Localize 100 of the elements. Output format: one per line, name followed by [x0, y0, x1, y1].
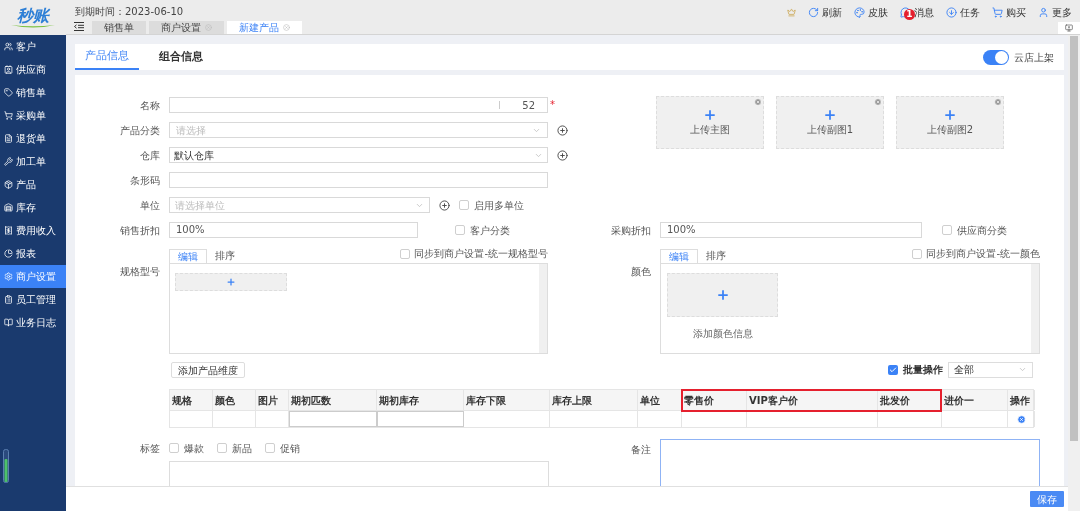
- page-tab[interactable]: 商户设置: [149, 21, 224, 34]
- column-header: 颜色: [213, 390, 256, 410]
- discount-field[interactable]: 100%: [660, 222, 922, 238]
- menu-icon[interactable]: [74, 22, 84, 31]
- sync-label: 同步到商户设置-统一颜色: [926, 247, 1040, 261]
- sync-checkbox[interactable]: [400, 248, 411, 259]
- option-checkbox[interactable]: [455, 225, 465, 235]
- name-field[interactable]: 52: [169, 97, 548, 113]
- sidebar-item[interactable]: 加工单: [0, 150, 66, 173]
- add-dimension-button[interactable]: 添加产品维度: [171, 361, 245, 378]
- tag-checkbox[interactable]: [217, 443, 227, 453]
- user-icon: [1038, 6, 1049, 18]
- book-icon: [4, 318, 13, 327]
- multi-unit-checkbox[interactable]: [459, 200, 469, 210]
- character-counter: 52: [522, 98, 535, 113]
- column-header: 期初匹数: [289, 390, 377, 410]
- cart-icon: [992, 6, 1003, 18]
- sync-label: 同步到商户设置-统一规格型号: [414, 247, 548, 261]
- receipt-icon: [4, 226, 13, 235]
- close-icon[interactable]: [205, 24, 212, 31]
- tag-checkbox[interactable]: [169, 443, 179, 453]
- field-label: 规格型号: [120, 265, 160, 279]
- section-tab[interactable]: 组合信息: [149, 44, 213, 70]
- checkbox-label: 促销: [280, 441, 300, 456]
- checkbox-label: 新品: [232, 441, 252, 456]
- upload-tile[interactable]: 上传副图2: [896, 96, 1004, 149]
- sidebar-item[interactable]: 产品: [0, 173, 66, 196]
- column-header: 图片: [256, 390, 289, 410]
- clipboard-icon: [4, 295, 13, 304]
- plus-icon: [823, 108, 837, 122]
- barcode-field[interactable]: [169, 172, 548, 188]
- sidebar-item[interactable]: 报表: [0, 242, 66, 265]
- toolbar-button[interactable]: 刷新: [808, 4, 842, 20]
- page-tab[interactable]: 新建产品: [227, 21, 302, 34]
- panel-tab[interactable]: 排序: [207, 249, 243, 263]
- sidebar-item[interactable]: 采购单: [0, 104, 66, 127]
- sidebar-item[interactable]: 客户: [0, 35, 66, 58]
- add-icon[interactable]: [557, 124, 568, 136]
- toolbar-button[interactable]: 任务: [946, 4, 980, 20]
- page-tab[interactable]: 销售单: [92, 21, 146, 34]
- checkbox-label: 启用多单位: [474, 198, 524, 213]
- add-icon[interactable]: [557, 149, 568, 161]
- add-spec-tile[interactable]: [175, 273, 287, 291]
- toolbar-button[interactable]: 购买: [992, 4, 1026, 20]
- scrollbar[interactable]: [1068, 35, 1080, 511]
- screen-button[interactable]: [1058, 22, 1080, 34]
- document-icon: [4, 134, 13, 143]
- panel-tab[interactable]: 编辑: [169, 249, 207, 263]
- upload-label: 上传主图: [690, 123, 730, 137]
- tag-icon: [4, 88, 13, 97]
- sidebar-item[interactable]: 费用收入: [0, 219, 66, 242]
- option-checkbox[interactable]: [942, 225, 952, 235]
- people-icon: [4, 42, 13, 51]
- monitor-icon: [1065, 24, 1073, 32]
- cart-icon: [4, 111, 13, 120]
- discount-field[interactable]: 100%: [169, 222, 418, 238]
- upload-tile[interactable]: 上传主图: [656, 96, 764, 149]
- sidebar-item[interactable]: 退货单: [0, 127, 66, 150]
- warehouse-icon: [4, 203, 13, 212]
- batch-checkbox[interactable]: [888, 364, 898, 375]
- sidebar-item[interactable]: 商户设置: [0, 265, 66, 288]
- add-icon[interactable]: [439, 199, 450, 211]
- add-color-tile[interactable]: [667, 273, 778, 317]
- toggle-switch[interactable]: [983, 49, 1009, 65]
- panel-tab[interactable]: 排序: [698, 249, 734, 263]
- section-tab[interactable]: 产品信息: [75, 44, 139, 70]
- column-header: 操作: [1008, 390, 1035, 410]
- remove-icon[interactable]: [994, 98, 1002, 106]
- sidebar-item[interactable]: 销售单: [0, 81, 66, 104]
- warehouse-select[interactable]: 默认仓库: [169, 147, 548, 163]
- toolbar-button[interactable]: 更多: [1038, 4, 1072, 20]
- plus-icon: [715, 288, 730, 302]
- tag-checkbox[interactable]: [265, 443, 275, 453]
- sidebar-item[interactable]: 业务日志: [0, 311, 66, 334]
- checkbox-label: 供应商分类: [957, 223, 1007, 238]
- remove-icon[interactable]: [874, 98, 882, 106]
- upload-tile[interactable]: 上传副图1: [776, 96, 884, 149]
- sync-checkbox[interactable]: [912, 248, 923, 259]
- column-header: 进价一: [942, 390, 1008, 410]
- batch-select[interactable]: 全部: [948, 361, 1033, 378]
- remove-icon[interactable]: [754, 98, 762, 106]
- checkbox-label: 客户分类: [470, 223, 510, 238]
- box-icon: [4, 180, 13, 189]
- field-label: 仓库: [139, 148, 160, 163]
- panel-tab[interactable]: 编辑: [660, 249, 698, 263]
- table-input[interactable]: [289, 411, 377, 427]
- sidebar-item[interactable]: 员工管理: [0, 288, 66, 311]
- column-header: 零售价: [682, 390, 747, 410]
- toolbar-button[interactable]: 皮肤: [854, 4, 888, 20]
- close-icon[interactable]: [283, 24, 290, 31]
- sidebar-item[interactable]: 供应商: [0, 58, 66, 81]
- wrench-icon: [4, 157, 13, 166]
- expiry-text: 到期时间：2023-06-10: [75, 5, 185, 18]
- column-header: 库存下限: [464, 390, 550, 410]
- scrollbar[interactable]: [1031, 264, 1039, 353]
- delete-icon[interactable]: [1016, 414, 1026, 424]
- sidebar-item[interactable]: 库存: [0, 196, 66, 219]
- table-input[interactable]: [377, 411, 464, 427]
- column-header: 库存上限: [550, 390, 638, 410]
- scrollbar[interactable]: [539, 264, 547, 353]
